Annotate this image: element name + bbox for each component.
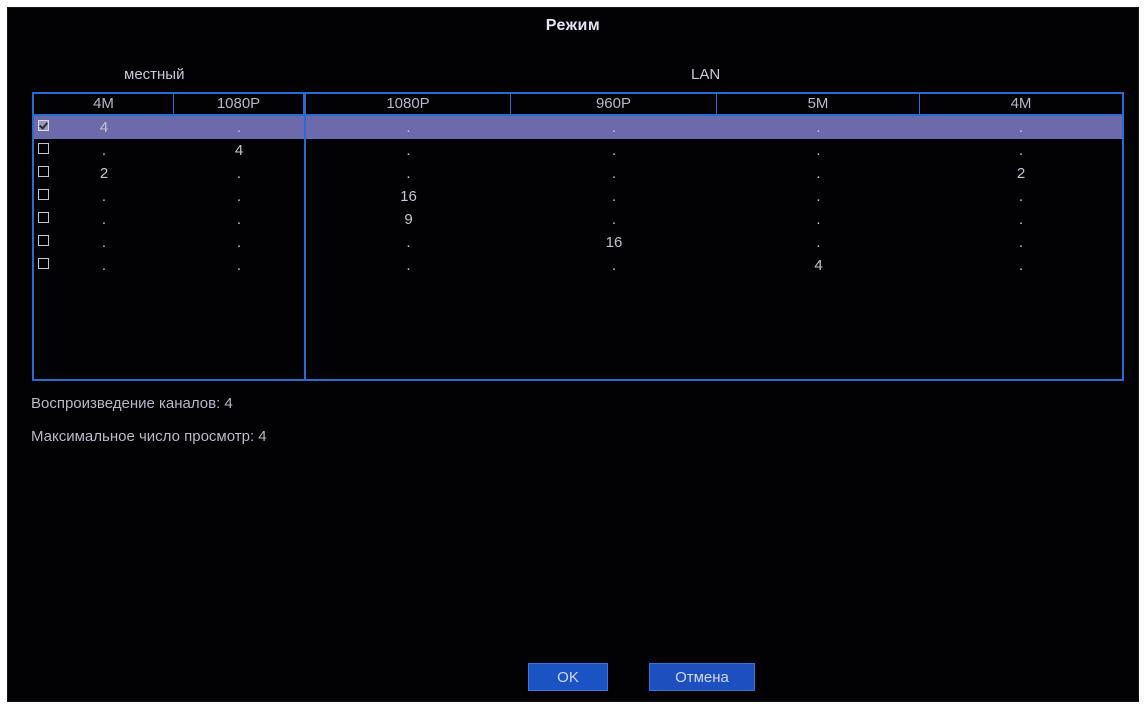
dialog-title: Режим — [545, 17, 601, 34]
table-cell: 4 — [99, 119, 109, 136]
group-label-local: местный — [124, 66, 185, 83]
table-cell: . — [236, 234, 242, 251]
table-cell: 9 — [404, 211, 413, 228]
table-cell: . — [1018, 234, 1024, 251]
table-row[interactable]: . . . . 4 . — [34, 254, 1122, 277]
table-row[interactable]: 4 . . . . . — [34, 116, 1122, 139]
cancel-button[interactable]: Отмена — [649, 663, 755, 691]
table-cell: . — [101, 142, 107, 159]
table-cell: . — [1018, 188, 1024, 205]
table-cell: . — [406, 119, 411, 136]
table-cell: . — [816, 119, 821, 136]
mode-dialog: Режим местный LAN 4M 1080P 1080P 960P 5M… — [7, 7, 1139, 702]
table-row[interactable]: 2 . . . . 2 — [34, 162, 1122, 185]
column-header-lan-1080p: 1080P — [306, 94, 511, 114]
table-cell: 2 — [99, 165, 109, 182]
table-cell: . — [611, 165, 617, 182]
table-cell: . — [236, 257, 242, 274]
column-header-lan-4m: 4M — [1010, 95, 1032, 112]
table-cell: . — [816, 211, 821, 228]
table-cell: . — [101, 211, 107, 228]
table-cell: . — [101, 188, 107, 205]
table-cell: . — [1018, 257, 1024, 274]
table-cell: 4 — [234, 142, 244, 159]
table-cell: 4 — [814, 257, 823, 274]
table-cell: . — [101, 257, 107, 274]
table-cell: . — [611, 188, 617, 205]
table-cell: . — [236, 119, 242, 136]
table-cell: 16 — [400, 188, 417, 205]
table-cell: . — [406, 234, 411, 251]
group-label-lan: LAN — [691, 66, 721, 83]
table-row[interactable]: . . 9 . . . — [34, 208, 1122, 231]
table-cell: . — [816, 234, 821, 251]
mode-table: 4M 1080P 1080P 960P 5M 4M 4 . . . . . . … — [32, 92, 1124, 381]
max-view-text: Максимальное число просмотр: 4 — [31, 428, 267, 445]
table-cell: . — [101, 234, 107, 251]
table-cell: . — [611, 119, 617, 136]
table-cell: . — [236, 188, 242, 205]
table-cell: . — [816, 165, 821, 182]
table-cell: . — [1018, 142, 1024, 159]
table-cell: . — [406, 165, 411, 182]
table-cell: . — [236, 165, 242, 182]
table-cell: . — [816, 188, 821, 205]
table-cell: . — [236, 211, 242, 228]
column-header-local-4m: 4M — [34, 94, 174, 114]
table-cell: . — [406, 142, 411, 159]
table-row[interactable]: . 4 . . . . — [34, 139, 1122, 162]
table-cell: . — [406, 257, 411, 274]
ok-button[interactable]: OK — [528, 663, 608, 691]
table-cell: . — [1018, 119, 1024, 136]
table-cell: . — [611, 211, 617, 228]
table-cell: 16 — [605, 234, 623, 251]
table-cell: . — [816, 142, 821, 159]
playback-channels-text: Воспроизведение каналов: 4 — [31, 395, 233, 412]
table-cell: . — [611, 142, 617, 159]
column-header-lan-960p: 960P — [511, 94, 717, 114]
column-header-lan-5m: 5M — [717, 94, 920, 114]
table-cell: . — [1018, 211, 1024, 228]
table-cell: . — [611, 257, 617, 274]
table-cell: 2 — [1016, 165, 1026, 182]
column-header-local-1080p: 1080P — [174, 94, 304, 114]
table-row[interactable]: . . 16 . . . — [34, 185, 1122, 208]
table-row[interactable]: . . . 16 . . — [34, 231, 1122, 254]
